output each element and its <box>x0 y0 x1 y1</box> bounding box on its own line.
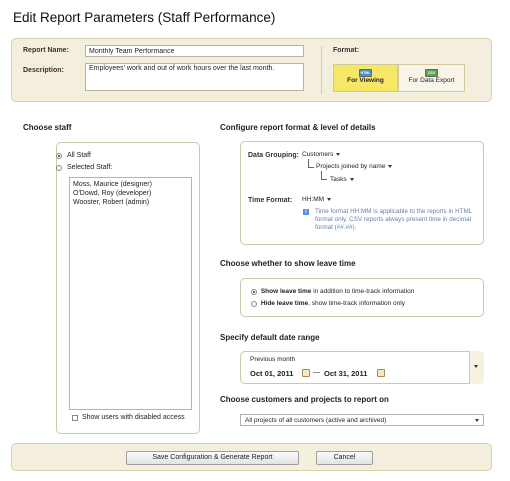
leave-section-title: Choose whether to show leave time <box>220 259 356 268</box>
date-to[interactable]: Oct 31, 2011 <box>324 369 367 378</box>
chevron-down-icon <box>475 419 479 422</box>
hide-leave-bold: Hide leave time <box>260 300 309 307</box>
leave-box <box>240 278 484 317</box>
chevron-down-icon <box>349 177 354 181</box>
projects-select[interactable]: All projects of all customers (active an… <box>240 414 484 426</box>
report-name-label: Report Name: <box>23 47 69 54</box>
date-preset-dropdown-button[interactable] <box>469 351 484 384</box>
format-label: Format: <box>333 47 360 54</box>
grouping-level-1-dropdown[interactable]: Customers <box>302 151 341 158</box>
format-csv-option[interactable]: CSV For Data Export <box>398 64 465 92</box>
tree-connector <box>321 171 327 180</box>
show-leave-text: in addition to time-track information <box>311 288 415 295</box>
chevron-down-icon <box>336 152 341 156</box>
show-leave-radio[interactable] <box>251 288 257 295</box>
projects-select-value: All projects of all customers (active an… <box>245 417 387 424</box>
panel-divider <box>321 46 322 94</box>
description-textarea[interactable]: Employees' work and out of work hours ov… <box>85 63 304 91</box>
hide-leave-radio[interactable] <box>251 300 257 307</box>
chevron-down-icon <box>474 365 478 368</box>
staff-section-title: Choose staff <box>23 123 72 132</box>
selected-staff-option[interactable]: Selected Staff: <box>56 164 112 171</box>
projects-section-title: Choose customers and projects to report … <box>220 395 389 404</box>
config-section-title: Configure report format & level of detai… <box>220 123 376 132</box>
save-generate-button[interactable]: Save Configuration & Generate Report <box>126 451 299 465</box>
time-format-label: Time Format: <box>248 197 293 204</box>
list-item[interactable]: Wooster, Robert (admin) <box>73 198 188 207</box>
selected-staff-radio[interactable] <box>56 164 62 171</box>
hide-leave-text: , show time-track information only <box>308 300 405 307</box>
grouping-level-1-value: Customers <box>302 151 334 158</box>
chevron-down-icon <box>388 164 393 168</box>
all-staff-option[interactable]: All Staff <box>56 152 91 159</box>
hide-leave-option[interactable]: Hide leave time, show time-track informa… <box>251 300 405 307</box>
all-staff-radio[interactable] <box>56 152 62 159</box>
grouping-level-3-value: Tasks <box>330 176 347 183</box>
disabled-access-checkbox[interactable] <box>72 414 78 421</box>
all-staff-label: All Staff <box>66 152 91 159</box>
grouping-label: Data Grouping: <box>248 152 299 159</box>
date-section-title: Specify default date range <box>220 333 320 342</box>
time-format-value: HH:MM <box>302 196 325 203</box>
description-label: Description: <box>23 67 64 74</box>
page-title: Edit Report Parameters (Staff Performanc… <box>13 10 276 25</box>
calendar-icon[interactable] <box>377 369 385 377</box>
disabled-access-option[interactable]: Show users with disabled access <box>72 414 185 421</box>
grouping-level-3-dropdown[interactable]: Tasks <box>330 176 354 183</box>
grouping-level-2-dropdown[interactable]: Projects joined by name <box>316 163 393 170</box>
format-csv-label: For Data Export <box>408 77 455 84</box>
selected-staff-label: Selected Staff: <box>66 164 113 171</box>
format-html-label: For Viewing <box>347 77 384 84</box>
html-file-icon: HTML <box>359 69 372 77</box>
calendar-icon[interactable] <box>302 369 310 377</box>
date-preset-label: Previous month <box>250 356 296 363</box>
date-separator: — <box>313 369 320 376</box>
chevron-down-icon <box>327 197 332 201</box>
report-name-input[interactable] <box>85 45 304 57</box>
list-item[interactable]: O'Dowd, Roy (developer) <box>73 189 188 198</box>
show-leave-bold: Show leave time <box>260 288 312 295</box>
disabled-access-label: Show users with disabled access <box>81 414 185 421</box>
grouping-level-2-value: Projects joined by name <box>316 163 386 170</box>
csv-file-icon: CSV <box>425 69 438 77</box>
cancel-button[interactable]: Cancel <box>316 451 373 465</box>
list-item[interactable]: Moss, Maurice (designer) <box>73 180 188 189</box>
staff-listbox[interactable]: Moss, Maurice (designer) O'Dowd, Roy (de… <box>69 177 192 410</box>
format-html-option[interactable]: HTML For Viewing <box>333 64 398 92</box>
date-from[interactable]: Oct 01, 2011 <box>250 369 293 378</box>
time-format-note: Time format HH:MM is applicable to the r… <box>315 208 473 231</box>
show-leave-option[interactable]: Show leave time in addition to time-trac… <box>251 288 414 295</box>
time-format-dropdown[interactable]: HH:MM <box>302 196 332 203</box>
info-icon: i <box>303 209 309 215</box>
tree-connector <box>308 159 314 168</box>
